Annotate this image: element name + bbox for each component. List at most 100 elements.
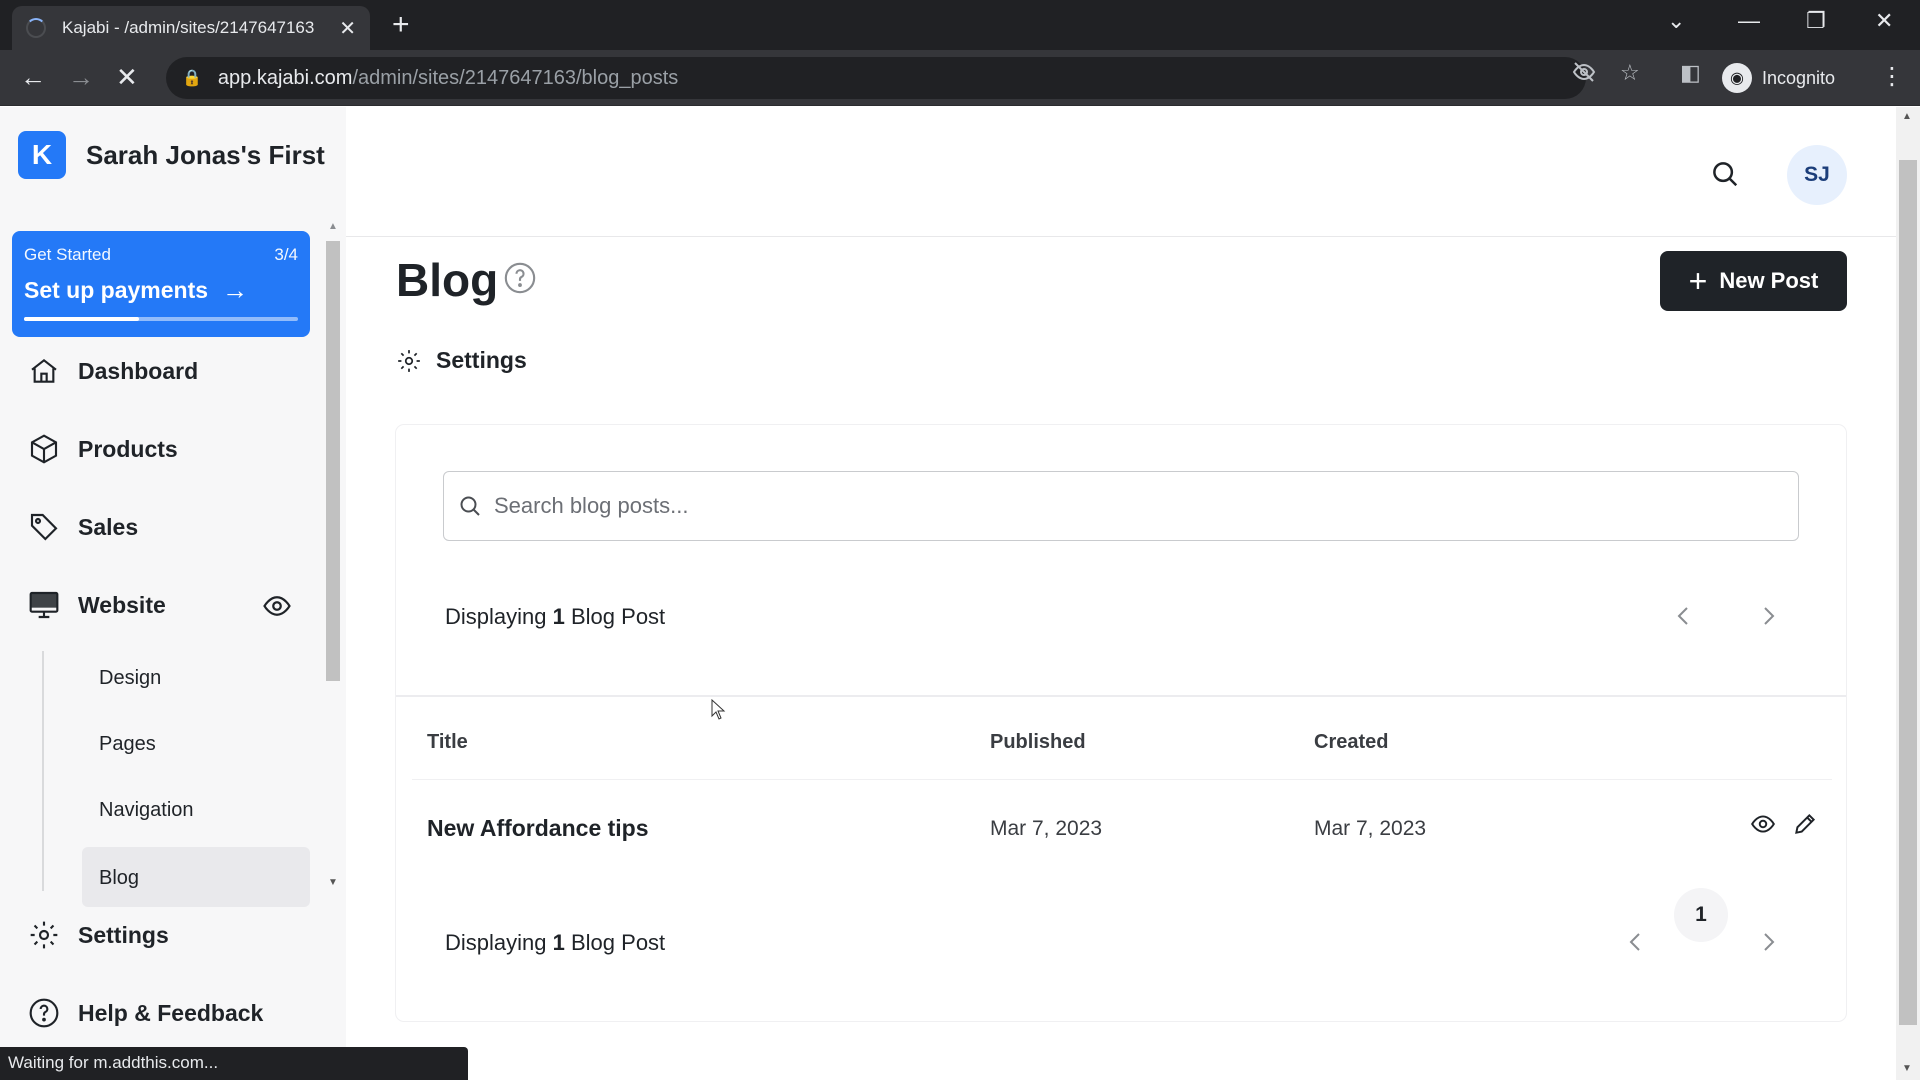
sidebar-subitem-blog[interactable]: Blog xyxy=(99,867,139,890)
incognito-indicator[interactable]: ◉ Incognito xyxy=(1722,62,1835,94)
back-icon[interactable]: ← xyxy=(20,62,46,92)
search-icon xyxy=(460,496,480,516)
displaying-suffix: Blog Post xyxy=(571,930,666,955)
sidebar-item-label: Dashboard xyxy=(78,357,199,384)
sidebar-item-dashboard[interactable]: Dashboard xyxy=(28,355,198,387)
url-host: app.kajabi.com xyxy=(217,66,353,89)
stop-loading-icon[interactable]: ✕ xyxy=(116,62,138,92)
preview-eye-icon[interactable] xyxy=(1750,811,1776,842)
tab-search-icon[interactable]: ⌄ xyxy=(1667,8,1685,34)
question-circle-icon[interactable] xyxy=(503,261,537,300)
url-path: /admin/sites/2147647163/blog_posts xyxy=(352,66,679,89)
submenu-rail xyxy=(42,651,44,891)
lock-icon: 🔒 xyxy=(182,70,202,87)
new-post-label: New Post xyxy=(1719,268,1819,293)
incognito-icon: ◉ xyxy=(1722,63,1752,93)
sidebar-item-sales[interactable]: Sales xyxy=(28,511,138,543)
post-published-date: Mar 7, 2023 xyxy=(990,817,1103,840)
monitor-icon xyxy=(29,591,59,619)
get-started-progress-bar xyxy=(24,317,298,321)
displaying-suffix: Blog Post xyxy=(571,604,666,629)
sidebar-item-help[interactable]: Help & Feedback xyxy=(28,997,263,1029)
page-title: Blog xyxy=(396,254,499,306)
prev-page-icon[interactable] xyxy=(1624,927,1648,962)
sidebar-item-label: Products xyxy=(78,435,178,462)
user-avatar[interactable]: SJ xyxy=(1787,145,1847,205)
main-scroll-thumb[interactable] xyxy=(1899,160,1917,1025)
plus-icon: + xyxy=(1688,263,1708,299)
incognito-label: Incognito xyxy=(1762,67,1836,88)
progress-fill xyxy=(24,317,140,321)
scroll-up-icon[interactable]: ▲ xyxy=(1902,111,1912,122)
settings-label: Settings xyxy=(436,347,527,373)
sidebar-item-products[interactable]: Products xyxy=(28,433,178,465)
header-row-divider xyxy=(412,779,1832,780)
card-divider xyxy=(396,695,1846,697)
blog-settings-link[interactable]: Settings xyxy=(396,347,527,374)
help-circle-icon xyxy=(29,998,59,1028)
close-tab-icon[interactable]: ✕ xyxy=(339,16,356,41)
kajabi-logo-icon: K xyxy=(18,131,66,179)
get-started-card[interactable]: Get Started 3/4 Set up payments → xyxy=(12,231,310,337)
sidebar-item-label: Sales xyxy=(78,513,139,540)
browser-status-bar: Waiting for m.addthis.com... xyxy=(0,1047,468,1080)
search-icon[interactable] xyxy=(1710,159,1740,194)
prev-page-icon[interactable] xyxy=(1672,601,1696,636)
gear-icon xyxy=(30,921,58,949)
arrow-right-icon: → xyxy=(222,275,249,305)
column-header-created[interactable]: Created xyxy=(1314,731,1388,754)
kajabi-app: K Sarah Jonas's First Get Started 3/4 Se… xyxy=(0,107,1920,1080)
sidebar-item-label: Settings xyxy=(78,921,169,948)
sidebar-item-settings[interactable]: Settings xyxy=(28,919,169,951)
site-brand[interactable]: K Sarah Jonas's First xyxy=(18,131,325,179)
post-title[interactable]: New Affordance tips xyxy=(427,815,649,842)
displaying-prefix: Displaying xyxy=(445,930,547,955)
close-window-icon[interactable]: ✕ xyxy=(1875,8,1893,34)
column-header-published[interactable]: Published xyxy=(990,731,1086,754)
sidebar-item-label: Help & Feedback xyxy=(78,999,264,1026)
sidebar: K Sarah Jonas's First Get Started 3/4 Se… xyxy=(0,107,346,1080)
post-created-date: Mar 7, 2023 xyxy=(1314,817,1427,840)
site-name: Sarah Jonas's First xyxy=(86,139,325,170)
pagination-page-1[interactable]: 1 xyxy=(1674,888,1728,942)
displaying-prefix: Displaying xyxy=(445,604,547,629)
scroll-down-icon[interactable]: ▼ xyxy=(328,877,338,888)
displaying-count-top: Displaying 1 Blog Post xyxy=(445,604,665,630)
get-started-label: Get Started xyxy=(24,245,111,264)
sidebar-scroll-thumb[interactable] xyxy=(326,241,340,681)
edit-pencil-icon[interactable] xyxy=(1792,811,1818,842)
tab-title: Kajabi - /admin/sites/2147647163 xyxy=(62,18,315,37)
displaying-count-bottom: Displaying 1 Blog Post xyxy=(445,930,665,956)
eye-off-icon[interactable] xyxy=(1572,60,1596,90)
next-page-icon[interactable] xyxy=(1756,927,1780,962)
scroll-down-icon[interactable]: ▼ xyxy=(1902,1063,1912,1074)
restore-icon[interactable]: ❐ xyxy=(1806,8,1826,34)
browser-menu-icon[interactable]: ⋮ xyxy=(1880,62,1904,91)
sidebar-item-website[interactable]: Website xyxy=(28,589,166,621)
box-icon xyxy=(30,434,58,464)
tag-icon xyxy=(30,513,58,541)
next-page-icon[interactable] xyxy=(1756,601,1780,636)
sidebar-subitem-design[interactable]: Design xyxy=(99,667,161,690)
new-tab-icon[interactable]: + xyxy=(392,8,410,42)
scroll-up-icon[interactable]: ▲ xyxy=(328,221,338,232)
sidebar-subitem-navigation[interactable]: Navigation xyxy=(99,799,194,822)
column-header-title[interactable]: Title xyxy=(427,731,468,754)
displaying-count: 1 xyxy=(552,930,565,955)
bookmark-star-icon[interactable]: ☆ xyxy=(1620,60,1640,86)
gear-icon xyxy=(398,349,420,372)
search-blog-posts[interactable] xyxy=(443,471,1799,541)
minimize-icon[interactable]: — xyxy=(1738,8,1760,34)
search-input[interactable] xyxy=(494,493,1694,519)
browser-tab[interactable]: Kajabi - /admin/sites/2147647163 ✕ xyxy=(12,6,370,50)
mouse-cursor-icon xyxy=(711,698,727,726)
side-panel-icon[interactable]: ◧ xyxy=(1680,60,1701,86)
home-icon xyxy=(31,358,57,383)
sidebar-subitem-pages[interactable]: Pages xyxy=(99,733,156,756)
address-bar[interactable]: 🔒 app.kajabi.com/admin/sites/2147647163/… xyxy=(166,57,1586,99)
new-post-button[interactable]: + New Post xyxy=(1660,251,1847,311)
top-header xyxy=(346,107,1896,237)
get-started-action: Set up payments xyxy=(24,277,209,303)
view-website-eye-icon[interactable] xyxy=(262,591,292,626)
forward-icon[interactable]: → xyxy=(68,62,94,92)
